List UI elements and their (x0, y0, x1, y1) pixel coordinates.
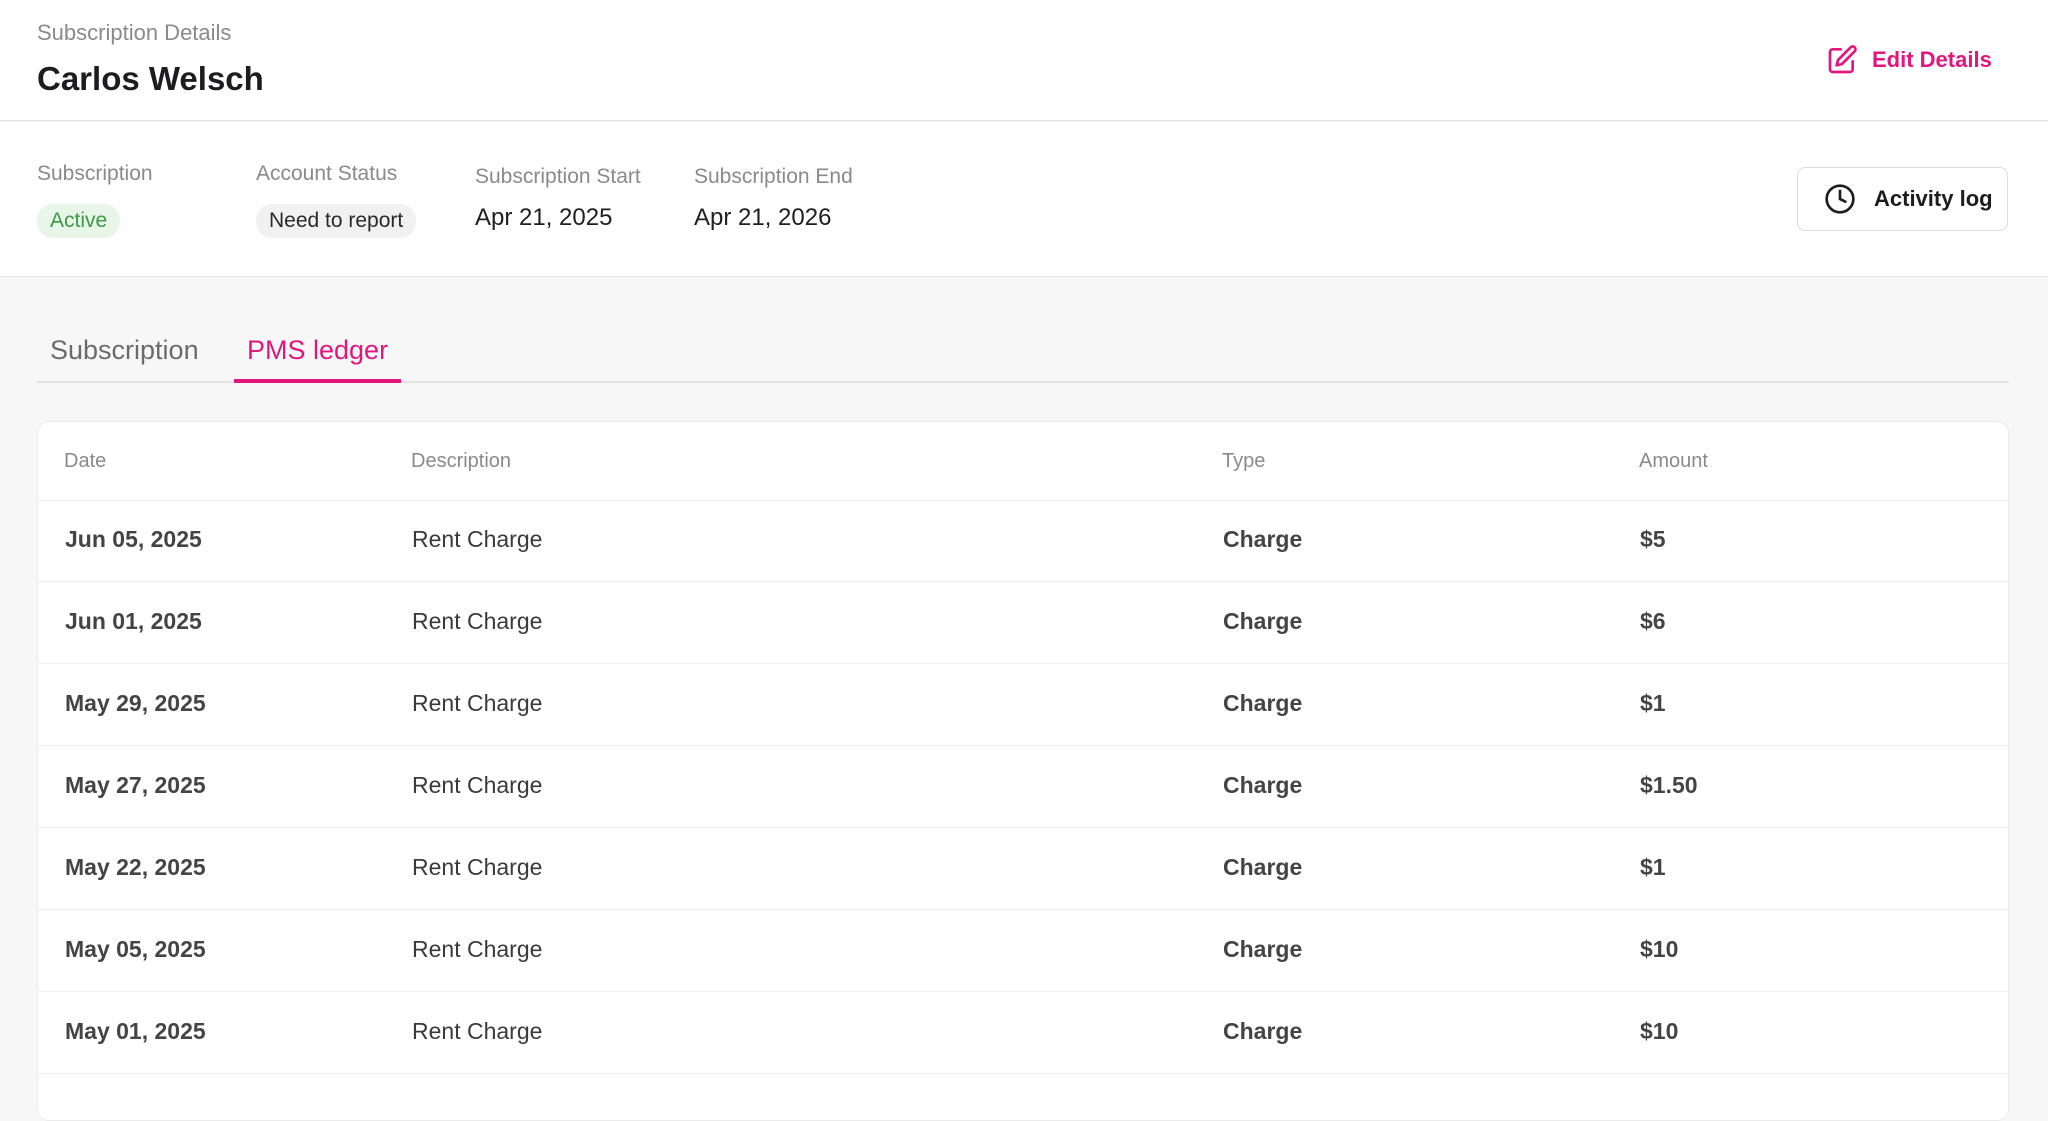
tab-subscription[interactable]: Subscription (37, 310, 212, 381)
edit-details-button[interactable]: Edit Details (1826, 42, 1992, 78)
edit-details-label: Edit Details (1872, 47, 1992, 72)
table-row[interactable]: May 27, 2025 Rent Charge Charge $1.50 (38, 746, 2008, 828)
row-date: May 05, 2025 (65, 936, 206, 962)
subscription-start-label: Subscription Start (475, 165, 641, 188)
row-type: Charge (1223, 526, 1303, 552)
subscription-end-value: Apr 21, 2026 (694, 204, 832, 231)
column-header-description[interactable]: Description (411, 450, 511, 473)
row-description: Rent Charge (412, 608, 543, 634)
row-date: May 29, 2025 (65, 690, 206, 716)
table-row[interactable]: Jun 01, 2025 Rent Charge Charge $6 (38, 582, 2008, 664)
row-description: Rent Charge (412, 772, 543, 798)
status-badge-active: Active (37, 204, 121, 238)
page-header: Subscription Details Carlos Welsch Edit … (0, 0, 2048, 121)
table-row[interactable]: May 05, 2025 Rent Charge Charge $10 (38, 910, 2008, 992)
row-amount: $1 (1640, 854, 1666, 880)
account-status-label: Account Status (256, 162, 398, 185)
row-description: Rent Charge (412, 936, 543, 962)
subscription-label: Subscription (37, 162, 153, 185)
column-header-date[interactable]: Date (64, 450, 106, 473)
row-date: May 27, 2025 (65, 772, 206, 798)
clock-icon (1825, 184, 1855, 214)
subscription-meta: Subscription Active Account Status Need … (0, 122, 2048, 277)
table-row[interactable]: May 01, 2025 Rent Charge Charge $10 (38, 992, 2008, 1074)
subscription-start-value: Apr 21, 2025 (475, 204, 613, 231)
row-date: May 22, 2025 (65, 854, 206, 880)
activity-log-button[interactable]: Activity log (1797, 167, 2008, 231)
table-row[interactable]: May 22, 2025 Rent Charge Charge $1 (38, 828, 2008, 910)
account-status-badge: Need to report (256, 204, 417, 238)
row-type: Charge (1223, 608, 1303, 634)
row-date: Jun 01, 2025 (65, 608, 202, 634)
row-amount: $1.50 (1640, 772, 1698, 798)
detail-tabs: Subscription PMS ledger (37, 310, 2009, 383)
row-date: Jun 05, 2025 (65, 526, 202, 552)
ledger-table: Date Description Type Amount Jun 05, 202… (37, 421, 2009, 1121)
row-description: Rent Charge (412, 1018, 543, 1044)
activity-log-label: Activity log (1874, 186, 1993, 211)
column-header-type[interactable]: Type (1222, 450, 1265, 473)
row-description: Rent Charge (412, 690, 543, 716)
row-type: Charge (1223, 772, 1303, 798)
row-amount: $1 (1640, 690, 1666, 716)
row-type: Charge (1223, 690, 1303, 716)
page-subtitle: Subscription Details (37, 20, 232, 45)
row-description: Rent Charge (412, 526, 543, 552)
row-amount: $6 (1640, 608, 1666, 634)
row-type: Charge (1223, 936, 1303, 962)
table-row[interactable]: Jun 05, 2025 Rent Charge Charge $5 (38, 500, 2008, 582)
row-amount: $10 (1640, 936, 1679, 962)
table-header: Date Description Type Amount (38, 422, 2008, 501)
edit-icon (1828, 45, 1857, 74)
row-description: Rent Charge (412, 854, 543, 880)
row-type: Charge (1223, 854, 1303, 880)
tab-pms-ledger[interactable]: PMS ledger (234, 310, 402, 383)
table-row[interactable]: May 29, 2025 Rent Charge Charge $1 (38, 664, 2008, 746)
row-amount: $5 (1640, 526, 1666, 552)
row-type: Charge (1223, 1018, 1303, 1044)
row-amount: $10 (1640, 1018, 1679, 1044)
subscription-end-label: Subscription End (694, 165, 853, 188)
row-date: May 01, 2025 (65, 1018, 206, 1044)
customer-name: Carlos Welsch (37, 60, 264, 97)
column-header-amount[interactable]: Amount (1639, 450, 1708, 473)
